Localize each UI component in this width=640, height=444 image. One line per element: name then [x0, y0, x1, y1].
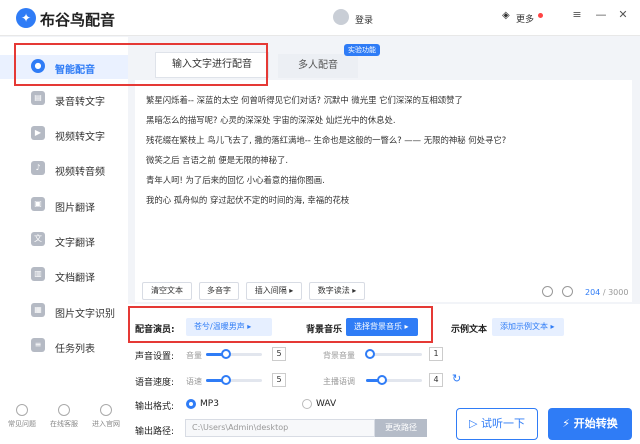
editor-line: 我的心 孤舟似的 穿过起伏不定的时间的海, 幸福的花枝: [146, 195, 350, 205]
volume-slider[interactable]: [206, 349, 262, 359]
sidebar-item-label: 图片文字识别: [55, 309, 115, 320]
ocr-icon: ▦: [31, 303, 45, 317]
title-bar: ✦ 布谷鸟配音 登录 ◈ 更多 ≡ — ✕: [0, 0, 640, 36]
notification-dot: [538, 13, 543, 18]
video-icon: ▶: [31, 126, 45, 140]
sidebar-item-label: 图片翻译: [55, 203, 95, 214]
sidebar-item-ocr[interactable]: ▦ 图片文字识别: [0, 299, 128, 323]
wav-radio[interactable]: [302, 399, 312, 409]
start-convert-button[interactable]: ⚡ 开始转换: [548, 408, 632, 440]
sidebar-item-video-to-audio[interactable]: ♪ 视频转音频: [0, 157, 128, 181]
speed-knob[interactable]: [220, 375, 231, 385]
mp3-radio[interactable]: [186, 399, 196, 409]
pitch-slider[interactable]: [366, 375, 422, 385]
example-button-label: 添加示例文本: [500, 322, 548, 331]
sidebar-item-label: 视频转文字: [55, 132, 105, 143]
editor-line: 黑暗怎么的描写呢? 心灵的深深处 宇宙的深深处 灿烂光中的休息处.: [146, 115, 396, 125]
start-label: 开始转换: [573, 417, 618, 430]
output-path-input[interactable]: C:\Users\Admin\desktop: [185, 419, 375, 437]
sidebar-item-image-translate[interactable]: ▣ 图片翻译: [0, 193, 128, 217]
pitch-label: 主播语调: [323, 377, 355, 386]
faq-button[interactable]: 常见问题: [2, 404, 42, 429]
editor-line: 残花缀在繁枝上 鸟儿飞去了, 撒的落红满地-- 生命也是这般的一瞥么? —— 无…: [146, 135, 507, 145]
experimental-badge: 实验功能: [344, 44, 380, 56]
reset-icon[interactable]: ↻: [452, 372, 461, 385]
char-max: / 3000: [602, 288, 629, 297]
listen-label: 试听一下: [480, 417, 525, 430]
website-label: 进入官网: [92, 420, 120, 428]
home-icon: [100, 404, 112, 416]
layers-icon[interactable]: ◈: [502, 10, 510, 21]
app-title: 布谷鸟配音: [40, 11, 116, 29]
bg-volume-label: 背景音量: [323, 351, 355, 360]
sidebar-item-document-translate[interactable]: ▥ 文档翻译: [0, 263, 128, 287]
char-counter: 204 / 3000: [585, 288, 628, 297]
bg-volume-slider[interactable]: [365, 349, 422, 359]
editor-line: 微笑之后 言语之前 便是无限的神秘了.: [146, 155, 288, 165]
task-icon: ≡: [31, 338, 45, 352]
format-label: 输出格式:: [135, 402, 175, 412]
translate-icon: 文: [31, 232, 45, 246]
audio-icon: ♪: [31, 161, 45, 175]
more-menu[interactable]: 更多: [516, 12, 534, 25]
sidebar-item-label: 文档翻译: [55, 273, 95, 284]
clear-text-button[interactable]: 清空文本: [142, 282, 192, 300]
highlight-settings-box: [128, 306, 433, 343]
sidebar-item-label: 文字翻译: [55, 238, 95, 249]
sidebar-item-label: 录音转文字: [55, 97, 105, 108]
change-path-button[interactable]: 更改路径: [375, 419, 427, 437]
minimize-icon[interactable]: —: [594, 8, 608, 21]
speed-slider[interactable]: [206, 375, 262, 385]
menu-icon[interactable]: ≡: [570, 8, 584, 21]
example-text-label: 示例文本: [451, 325, 488, 335]
translate-circle-icon[interactable]: [542, 286, 553, 297]
volume-value[interactable]: 5: [272, 347, 286, 361]
digit-reading-button[interactable]: 数字读法 ▸: [309, 282, 365, 300]
record-icon: ▤: [31, 91, 45, 105]
support-label: 在线客服: [50, 420, 78, 428]
mp3-label: MP3: [200, 399, 219, 409]
sidebar-item-task-list[interactable]: ≡ 任务列表: [0, 334, 128, 358]
bird-logo-icon: ✦: [16, 8, 36, 28]
faq-label: 常见问题: [8, 420, 36, 428]
headset-icon: [58, 404, 70, 416]
tab-multi-dubbing[interactable]: 多人配音: [278, 54, 358, 78]
sidebar-item-label: 任务列表: [55, 344, 95, 355]
volume-knob[interactable]: [220, 349, 231, 359]
insert-pause-button[interactable]: 插入间隔 ▸: [246, 282, 302, 300]
text-editor[interactable]: 繁星闪烁着-- 深蓝的太空 何曾听得见它们对话? 沉默中 微光里 它们深深的互相…: [135, 80, 632, 302]
polyphone-button[interactable]: 多音字: [199, 282, 239, 300]
output-path-label: 输出路径:: [135, 427, 175, 437]
document-icon: ▥: [31, 267, 45, 281]
website-button[interactable]: 进入官网: [86, 404, 126, 429]
sidebar-item-label: 视频转音频: [55, 167, 105, 178]
speed-label: 语音速度:: [135, 378, 175, 388]
avatar[interactable]: [333, 9, 349, 25]
sidebar-item-video-to-text[interactable]: ▶ 视频转文字: [0, 122, 128, 146]
undo-icon[interactable]: [562, 286, 573, 297]
sidebar-item-text-translate[interactable]: 文 文字翻译: [0, 228, 128, 252]
login-link[interactable]: 登录: [355, 13, 373, 26]
sidebar-item-record-to-text[interactable]: ▤ 录音转文字: [0, 87, 128, 111]
speed-value[interactable]: 5: [272, 373, 286, 387]
pitch-knob[interactable]: [376, 375, 387, 385]
wav-label: WAV: [316, 399, 337, 409]
listen-button[interactable]: ▷ 试听一下: [456, 408, 538, 440]
sidebar: ● 智能配音 ▤ 录音转文字 ▶ 视频转文字 ♪ 视频转音频 ▣ 图片翻译 文 …: [0, 37, 128, 444]
char-count: 204: [585, 288, 601, 297]
bg-volume-value[interactable]: 1: [429, 347, 443, 361]
support-button[interactable]: 在线客服: [44, 404, 84, 429]
editor-line: 繁星闪烁着-- 深蓝的太空 何曾听得见它们对话? 沉默中 微光里 它们深深的互相…: [146, 95, 463, 105]
question-icon: [16, 404, 28, 416]
sound-settings-label: 声音设置:: [135, 352, 175, 362]
editor-line: 青年人呵! 为了后来的回忆 小心着意的描你图画.: [146, 175, 325, 185]
close-icon[interactable]: ✕: [616, 8, 630, 21]
pitch-value[interactable]: 4: [429, 373, 443, 387]
add-example-button[interactable]: 添加示例文本 ▸: [492, 318, 564, 336]
image-icon: ▣: [31, 197, 45, 211]
volume-label: 音量: [186, 351, 202, 360]
speed-sub-label: 语速: [186, 377, 202, 386]
highlight-tabs-box: [14, 43, 268, 86]
